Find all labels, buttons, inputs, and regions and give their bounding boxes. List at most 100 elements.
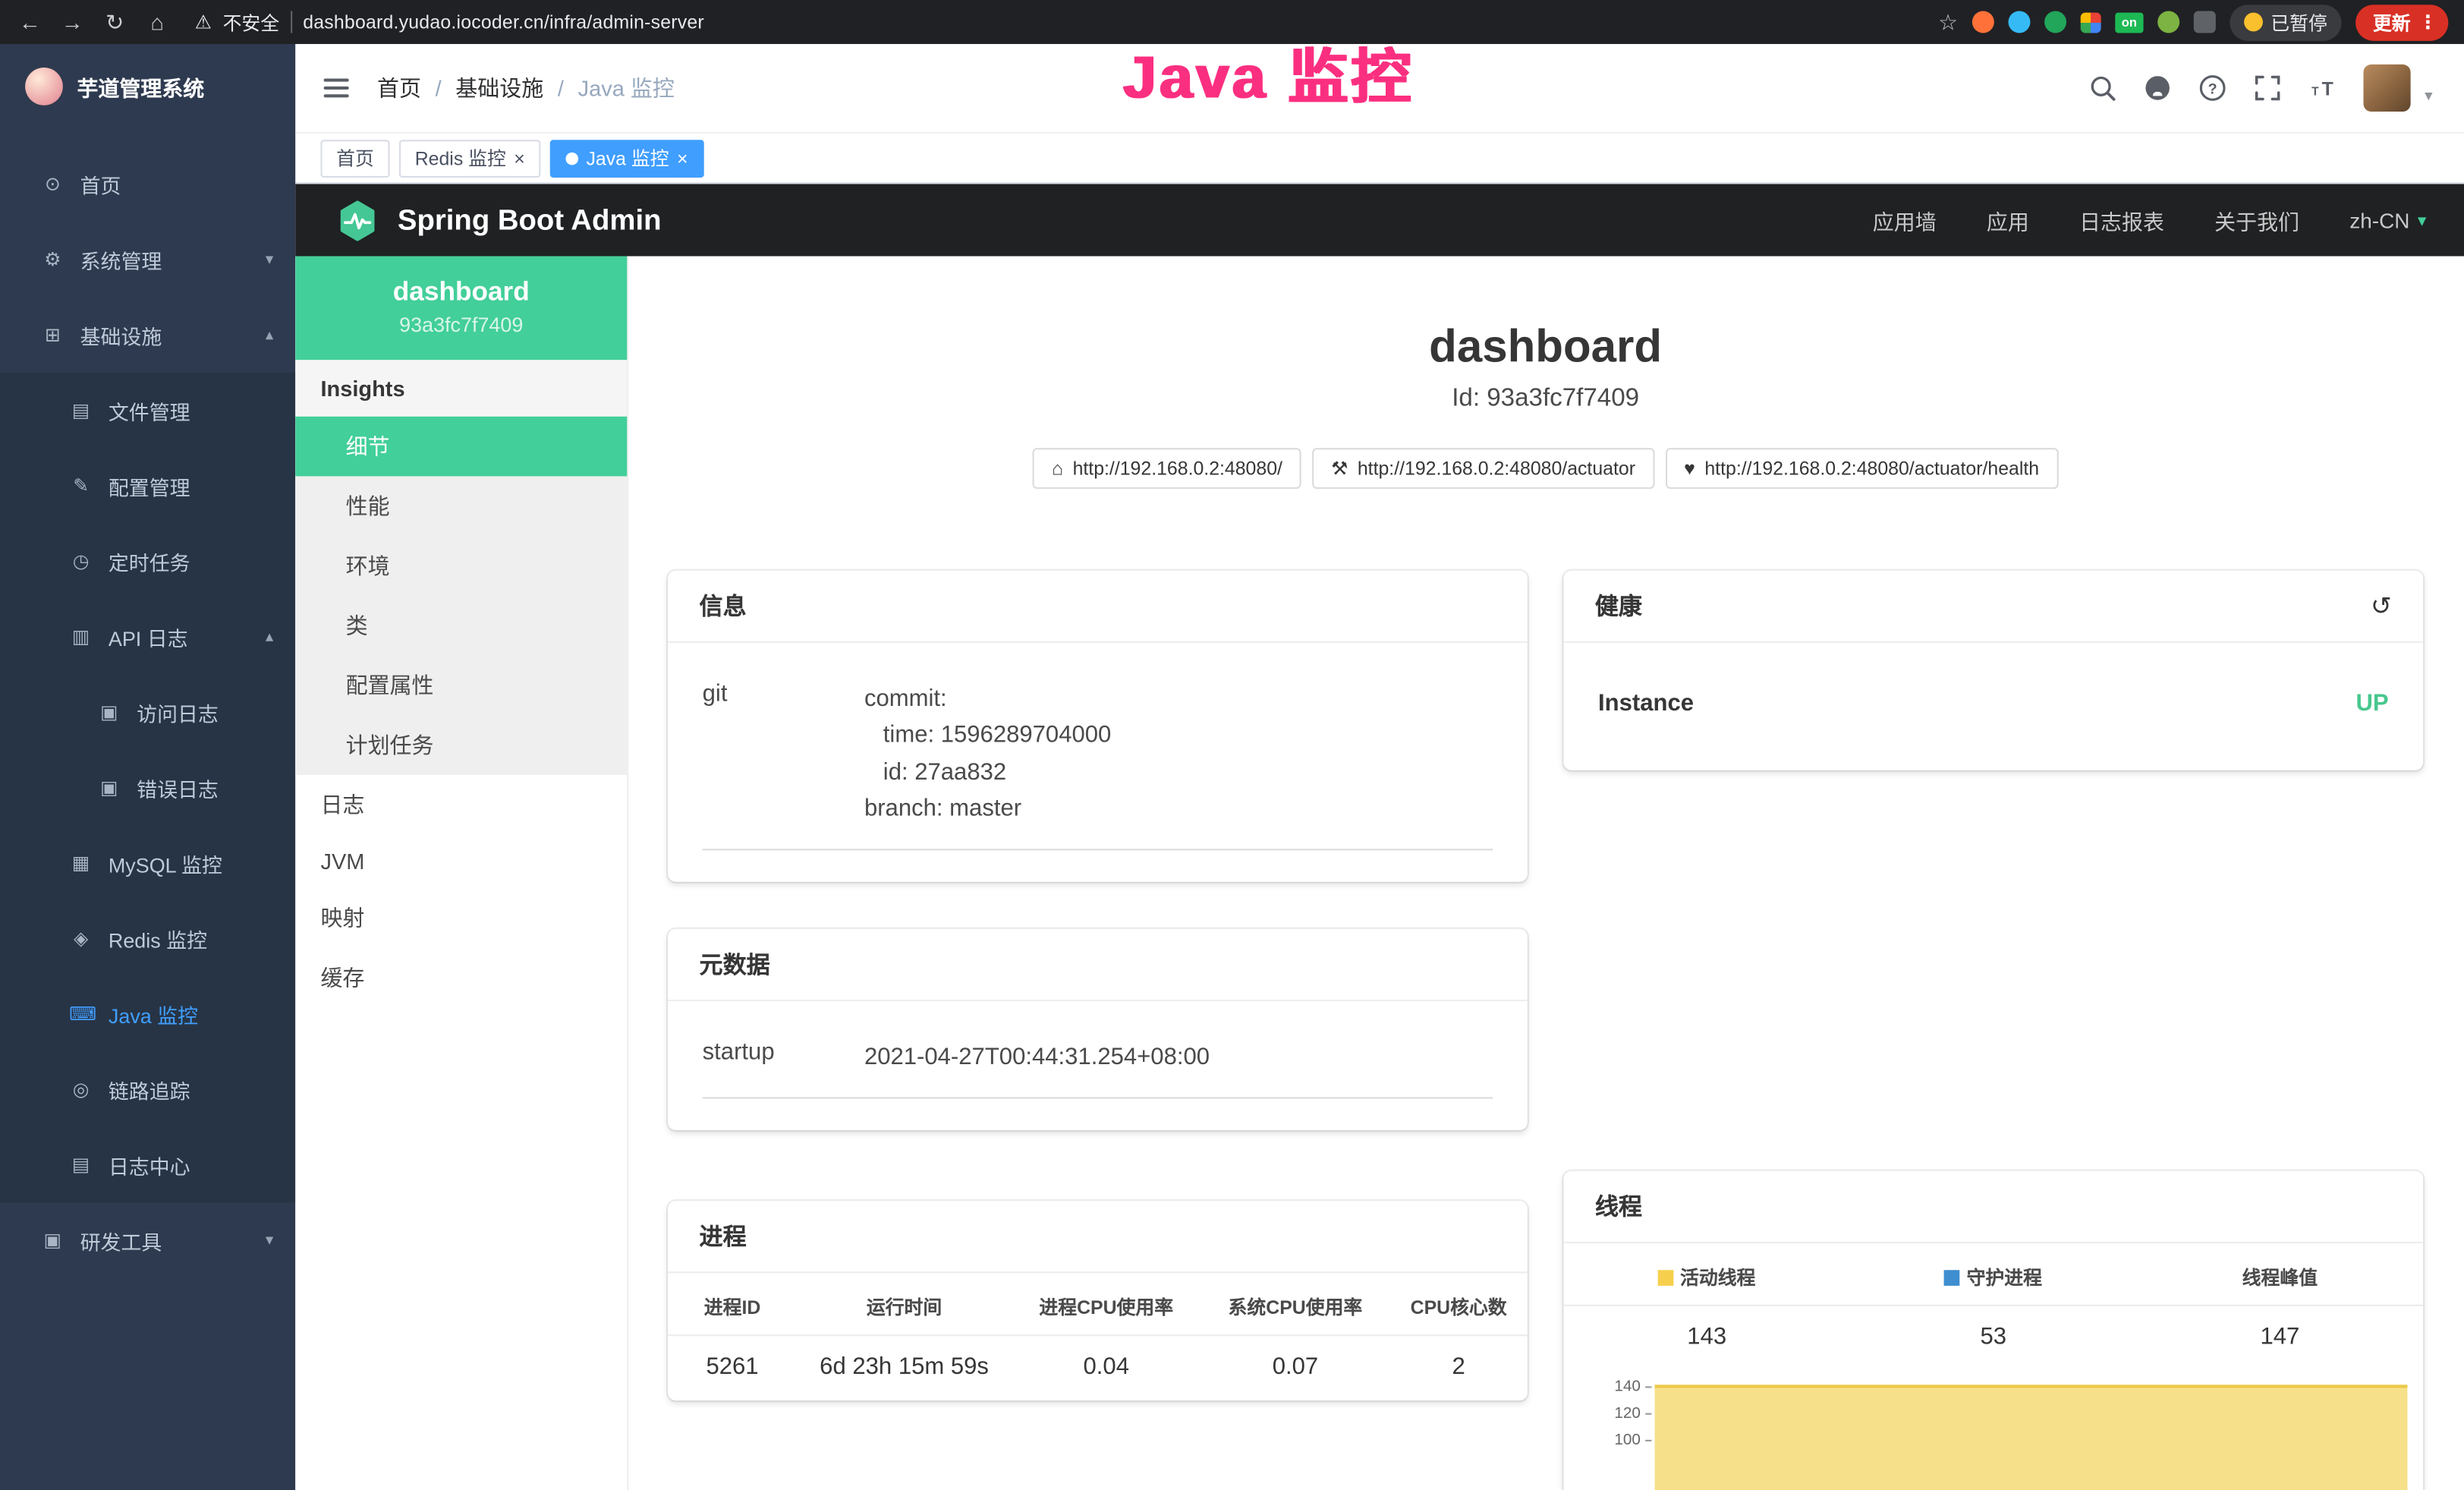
sidebar-item-home[interactable]: ⊙ 首页 [0,146,295,222]
extension-icon-puzzle[interactable] [2194,11,2216,33]
access-log-icon: ▣ [97,701,121,723]
sidebar-item-error-logs[interactable]: ▣ 错误日志 [0,750,295,825]
breadcrumb-infrastructure[interactable]: 基础设施 [455,72,543,103]
error-log-icon: ▣ [97,777,121,799]
close-icon[interactable]: × [514,149,525,168]
sba-nav-wallboard[interactable]: 应用墙 [1873,204,1937,235]
sba-item-jvm[interactable]: JVM [295,835,627,888]
sba-nav-about[interactable]: 关于我们 [2214,204,2299,235]
address-bar[interactable]: ⚠ 不安全 dashboard.yudao.iocoder.cn/infra/a… [195,8,704,35]
help-icon[interactable]: ? [2198,74,2226,102]
back-icon[interactable]: ← [16,9,44,34]
health-url-link[interactable]: ♥ http://192.168.0.2:48080/actuator/heal… [1665,448,2058,489]
extension-icon-on-switch[interactable]: on [2115,12,2143,33]
sba-nav-journal[interactable]: 日志报表 [2079,204,2164,235]
breadcrumb-separator [558,75,564,100]
hamburger-icon[interactable] [317,72,355,103]
sidebar-item-label: 研发工具 [80,1225,162,1255]
kebab-menu-icon[interactable]: ⋮ [2418,11,2437,33]
link-label: http://192.168.0.2:48080/ [1073,458,1282,480]
card-title: 线程 [1563,1171,2423,1243]
sba-item-config-props[interactable]: 配置属性 [295,656,627,716]
sba-item-logging[interactable]: 日志 [295,775,627,835]
link-label: http://192.168.0.2:48080/actuator [1358,458,1635,480]
tab-redis-monitor[interactable]: Redis 监控 × [399,139,540,177]
user-avatar[interactable] [2363,65,2410,112]
admin-header: 首页 基础设施 Java 监控 [295,44,2464,134]
sba-item-mappings[interactable]: 映射 [295,888,627,948]
sidebar-item-infrastructure[interactable]: ⊞ 基础设施 ▴ [0,297,295,372]
github-icon[interactable] [2144,74,2172,102]
extension-icon-orange[interactable] [1972,11,1994,33]
history-icon[interactable]: ↺ [2371,591,2392,622]
sidebar-item-redis-monitor[interactable]: ◈ Redis 监控 [0,901,295,976]
locale-select[interactable]: zh-CN ▾ [2349,208,2426,232]
extension-icon-leaf[interactable] [2157,11,2179,33]
sidebar-item-system-mgmt[interactable]: ⚙ 系统管理 ▾ [0,222,295,297]
chevron-up-icon: ▴ [266,628,273,645]
cell-cpu-cores: 2 [1390,1336,1528,1401]
sidebar-item-scheduled-jobs[interactable]: ◷ 定时任务 [0,524,295,599]
sidebar-item-config-mgmt[interactable]: ✎ 配置管理 [0,448,295,523]
search-icon[interactable] [2088,74,2116,102]
sidebar-item-label: 文件管理 [109,395,190,425]
insights-group-label: Insights [295,360,627,417]
toolbox-icon: ▣ [41,1229,65,1251]
sidebar-item-file-mgmt[interactable]: ▤ 文件管理 [0,373,295,448]
service-url-link[interactable]: ⌂ http://192.168.0.2:48080/ [1033,448,1301,489]
app-brand: 芋道管理系统 [0,44,295,121]
sidebar-item-tracing[interactable]: ◎ 链路追踪 [0,1051,295,1126]
sba-nav-applications[interactable]: 应用 [1987,204,2029,235]
fullscreen-icon[interactable] [2253,74,2281,102]
sba-header: Spring Boot Admin 应用墙 应用 日志报表 关于我们 zh-CN… [295,184,2464,256]
extension-icon-blue-drop[interactable] [2008,11,2030,33]
sba-item-beans[interactable]: 类 [295,596,627,656]
sidebar-item-access-logs[interactable]: ▣ 访问日志 [0,674,295,749]
sba-item-environment[interactable]: 环境 [295,536,627,596]
health-instance-row: Instance UP [1598,681,2389,739]
info-value: commit: time: 1596289704000 id: 27aa832 … [864,681,1493,827]
sidebar-item-label: 配置管理 [109,471,190,500]
chevron-down-icon[interactable]: ▾ [2425,88,2432,112]
reload-icon[interactable]: ↻ [101,8,129,35]
breadcrumb-home[interactable]: 首页 [377,72,421,103]
legend-label: 活动线程 [1680,1267,1755,1289]
sba-item-caches[interactable]: 缓存 [295,948,627,1008]
sidebar-item-label: 错误日志 [137,773,219,802]
main-column: 首页 基础设施 Java 监控 [295,44,2464,1490]
close-icon[interactable]: × [677,149,688,168]
header-actions: ? T T ▾ [2088,65,2433,112]
sidebar-item-api-logs[interactable]: ▥ API 日志 ▴ [0,599,295,674]
chrome-update-button[interactable]: 更新 ⋮ [2355,4,2448,40]
tab-java-monitor[interactable]: Java 监控 × [550,139,703,177]
extension-icon-grid[interactable] [2081,12,2101,33]
bookmark-star-icon[interactable]: ☆ [1938,8,1958,35]
tab-home[interactable]: 首页 [320,139,389,177]
col-header-system-cpu: 系统CPU使用率 [1201,1274,1389,1336]
sidebar-item-dev-tools[interactable]: ▣ 研发工具 ▾ [0,1202,295,1277]
font-size-icon[interactable]: T T [2308,74,2337,102]
legend-peak-threads: 线程峰值 [2137,1243,2424,1306]
forward-icon[interactable]: → [58,9,87,34]
url-text[interactable]: dashboard.yudao.iocoder.cn/infra/admin-s… [303,11,704,33]
sidebar-item-log-center[interactable]: ▤ 日志中心 [0,1127,295,1202]
chevron-down-icon: ▾ [266,1231,273,1249]
actuator-url-link[interactable]: ⚒ http://192.168.0.2:48080/actuator [1312,448,1654,489]
sba-item-metrics[interactable]: 性能 [295,476,627,536]
gear-icon: ⚙ [41,248,65,270]
card-title: 元数据 [668,929,1528,1001]
security-label[interactable]: 不安全 [223,8,280,35]
legend-label: 守护进程 [1967,1267,2042,1289]
browser-home-icon[interactable]: ⌂ [143,9,171,34]
sidebar-item-java-monitor[interactable]: ⌨ Java 监控 [0,976,295,1051]
sidebar-item-label: 首页 [80,169,121,199]
sba-item-scheduled-tasks[interactable]: 计划任务 [295,715,627,775]
profile-paused-badge[interactable]: 已暂停 [2230,4,2341,40]
sba-content: dashboard Id: 93a3fc7f7409 ⌂ http://192.… [628,257,2464,1490]
sba-item-details[interactable]: 细节 [295,417,627,477]
sidebar-item-mysql-monitor[interactable]: ▦ MySQL 监控 [0,825,295,900]
metadata-startup-row: startup 2021-04-27T00:44:31.254+08:00 [703,1039,1493,1099]
extension-icon-green[interactable] [2044,11,2066,33]
info-card: 信息 git commit: time: 1596289704000 id: 2… [668,571,1528,882]
log-icon: ▥ [69,625,93,647]
